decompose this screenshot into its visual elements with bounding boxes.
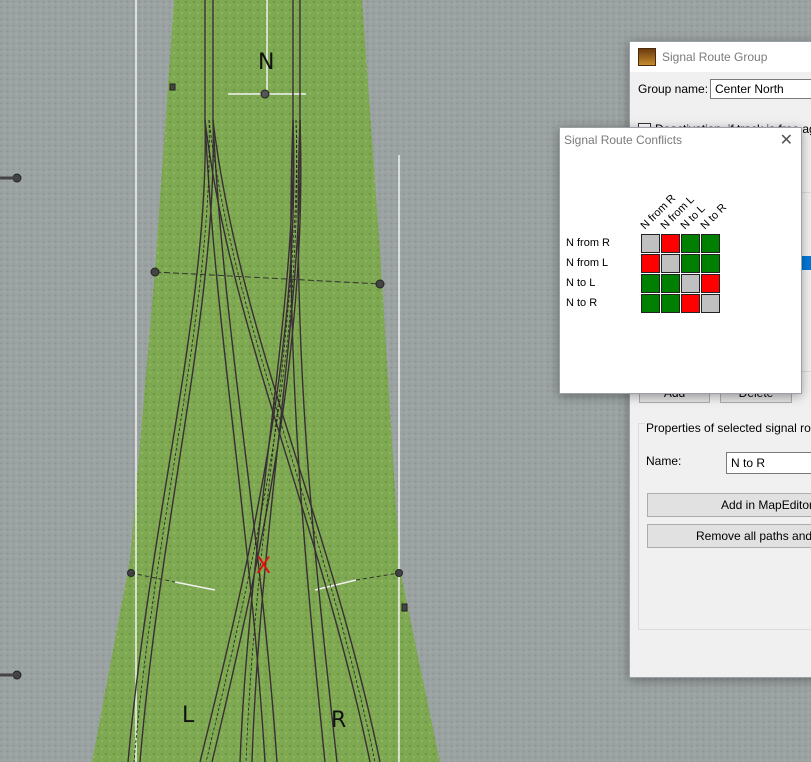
conflict-cell[interactable]: [641, 274, 660, 293]
remove-all-paths-label: Remove all paths and switches: [696, 529, 811, 543]
row-label: N to L: [566, 277, 596, 289]
conflict-cell[interactable]: [641, 254, 660, 273]
conflict-cell[interactable]: [701, 254, 720, 273]
conflict-cell[interactable]: [661, 234, 680, 253]
row-label: N from R: [566, 237, 610, 249]
add-in-mapeditor-button[interactable]: Add in MapEditor selection: [647, 493, 811, 517]
conflict-cell: [661, 254, 680, 273]
conflict-cell[interactable]: [681, 234, 700, 253]
conflict-cell[interactable]: [681, 254, 700, 273]
label-right: R: [331, 708, 347, 733]
group-window-title: Signal Route Group: [662, 50, 768, 64]
route-name-value: N to R: [731, 456, 766, 470]
conflict-cell: [701, 294, 720, 313]
conflict-cell[interactable]: [681, 294, 700, 313]
conflict-cell[interactable]: [661, 294, 680, 313]
conflict-cell[interactable]: [701, 274, 720, 293]
conflicts-window-titlebar[interactable]: Signal Route Conflicts ✕: [560, 128, 801, 152]
conflict-cell: [681, 274, 700, 293]
label-cross: X: [256, 554, 272, 579]
properties-heading: Properties of selected signal route: [645, 421, 811, 435]
group-name-label: Group name:: [638, 82, 709, 96]
remove-all-paths-button[interactable]: Remove all paths and switches: [647, 524, 811, 548]
conflict-cell: [641, 234, 660, 253]
conflict-cell[interactable]: [701, 234, 720, 253]
signal-route-conflicts-window: Signal Route Conflicts ✕ N from R N from …: [559, 127, 802, 394]
conflicts-window-title: Signal Route Conflicts: [564, 133, 683, 147]
row-label: N from L: [566, 257, 609, 269]
conflict-cell[interactable]: [641, 294, 660, 313]
app-icon: [638, 48, 656, 66]
conflict-cell[interactable]: [661, 274, 680, 293]
add-in-mapeditor-label: Add in MapEditor selection: [721, 498, 811, 512]
group-name-value: Center North: [715, 82, 784, 96]
label-left: L: [182, 703, 195, 728]
label-north: N: [258, 50, 275, 75]
route-name-label: Name:: [646, 454, 682, 468]
group-window-titlebar[interactable]: Signal Route Group: [630, 42, 811, 72]
row-label: N to R: [566, 297, 598, 309]
group-name-input[interactable]: Center North: [710, 79, 811, 99]
close-icon[interactable]: ✕: [780, 130, 793, 150]
route-name-input[interactable]: N to R: [726, 452, 811, 474]
